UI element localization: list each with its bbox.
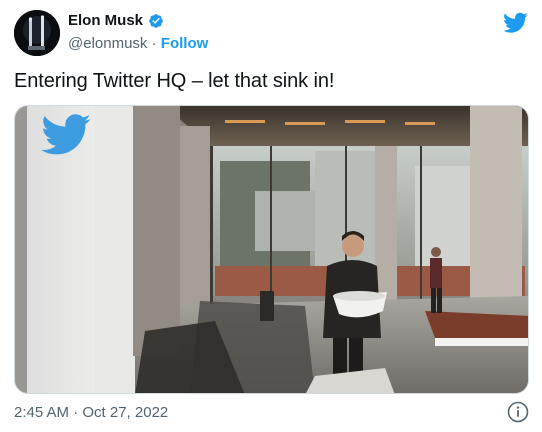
- author-handle[interactable]: @elonmusk: [68, 35, 147, 52]
- tweet-embed-card: Elon Musk @elonmusk · Follow Entering Tw…: [0, 0, 542, 432]
- handle-separator: ·: [151, 35, 157, 52]
- video-frame-image: [15, 106, 528, 393]
- author-handle-row: @elonmusk · Follow: [68, 35, 208, 52]
- verified-badge-icon: [148, 13, 164, 29]
- info-icon[interactable]: [507, 401, 529, 423]
- author-name[interactable]: Elon Musk: [68, 12, 143, 29]
- author-name-row: Elon Musk: [68, 12, 164, 29]
- twitter-bird-icon[interactable]: [503, 12, 528, 34]
- tweet-timestamp[interactable]: 2:45 AM · Oct 27, 2022: [14, 404, 168, 421]
- avatar[interactable]: [14, 10, 60, 56]
- follow-button[interactable]: Follow: [161, 35, 209, 52]
- tweet-text: Entering Twitter HQ – let that sink in!: [14, 70, 335, 92]
- tweet-video[interactable]: [14, 105, 529, 394]
